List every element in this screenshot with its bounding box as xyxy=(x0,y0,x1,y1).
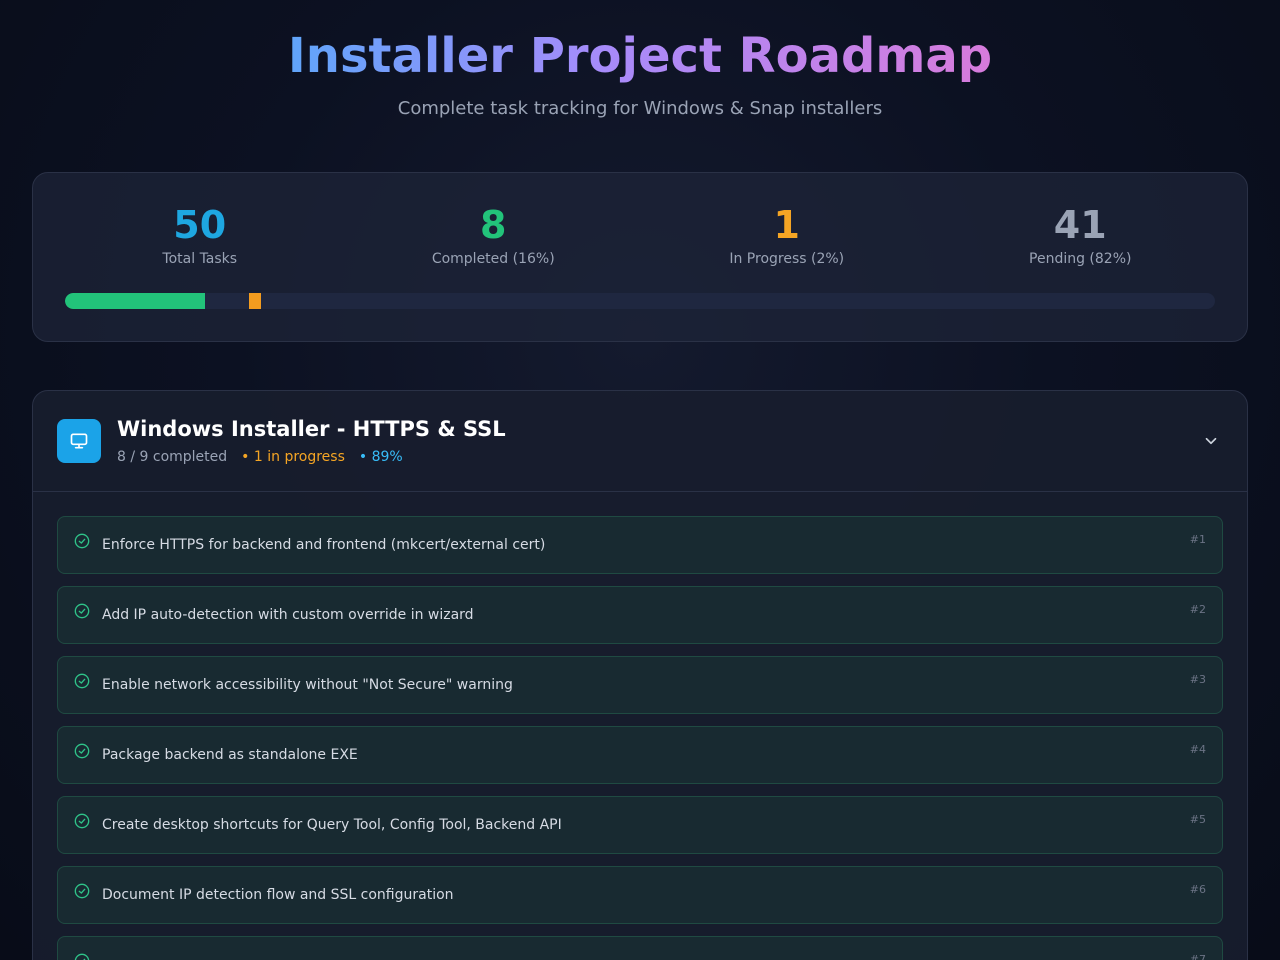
stat-label: Pending (82%) xyxy=(1029,251,1132,267)
stat-in-progress: 1 In Progress (2%) xyxy=(640,203,934,267)
task-text: Create desktop shortcuts for Query Tool,… xyxy=(102,817,562,833)
task-item[interactable]: Create desktop shortcuts for Query Tool,… xyxy=(57,796,1223,854)
section-header[interactable]: Windows Installer - HTTPS & SSL 8 / 9 co… xyxy=(33,391,1247,492)
check-circle-icon xyxy=(74,953,90,960)
progress-in-progress-segment xyxy=(248,293,261,309)
chevron-down-icon[interactable] xyxy=(1199,429,1223,453)
page-title: Installer Project Roadmap xyxy=(287,28,993,84)
task-number: #5 xyxy=(1189,813,1206,826)
check-circle-icon xyxy=(74,533,90,549)
stat-value: 41 xyxy=(1053,203,1107,247)
section-percent: • 89% xyxy=(358,449,403,465)
check-circle-icon xyxy=(74,603,90,619)
task-text: Enforce HTTPS for backend and frontend (… xyxy=(102,537,546,553)
stat-total: 50 Total Tasks xyxy=(53,203,347,267)
task-number: #7 xyxy=(1189,953,1206,960)
stat-value: 8 xyxy=(480,203,507,247)
task-item[interactable]: Enable network accessibility without "No… xyxy=(57,656,1223,714)
check-circle-icon xyxy=(74,673,90,689)
section-windows-installer: Windows Installer - HTTPS & SSL 8 / 9 co… xyxy=(32,390,1248,960)
stats-card: 50 Total Tasks 8 Completed (16%) 1 In Pr… xyxy=(32,172,1248,342)
task-text: Enable network accessibility without "No… xyxy=(102,677,513,693)
task-item[interactable]: Package backend as standalone EXE #4 xyxy=(57,726,1223,784)
section-title: Windows Installer - HTTPS & SSL xyxy=(117,417,506,441)
stat-label: In Progress (2%) xyxy=(729,251,845,267)
stat-pending: 41 Pending (82%) xyxy=(934,203,1228,267)
stat-label: Completed (16%) xyxy=(431,251,555,267)
task-number: #2 xyxy=(1189,603,1206,616)
check-circle-icon xyxy=(74,813,90,829)
task-item[interactable]: Document IP detection flow and SSL confi… xyxy=(57,866,1223,924)
task-text: Add IP auto-detection with custom overri… xyxy=(102,607,474,623)
stat-completed: 8 Completed (16%) xyxy=(347,203,641,267)
page-header: Installer Project Roadmap Complete task … xyxy=(0,0,1280,172)
stat-value: 50 xyxy=(173,203,227,247)
task-item[interactable]: Enforce HTTPS for backend and frontend (… xyxy=(57,516,1223,574)
check-circle-icon xyxy=(74,743,90,759)
task-number: #1 xyxy=(1189,533,1206,546)
task-list: Enforce HTTPS for backend and frontend (… xyxy=(33,492,1247,960)
stat-label: Total Tasks xyxy=(162,251,238,267)
task-text: Document IP detection flow and SSL confi… xyxy=(102,887,454,903)
task-number: #6 xyxy=(1189,883,1206,896)
task-number: #4 xyxy=(1189,743,1206,756)
section-meta: 8 / 9 completed • 1 in progress • 89% xyxy=(117,449,403,465)
task-number: #3 xyxy=(1189,673,1206,686)
task-item[interactable]: #7 xyxy=(57,936,1223,960)
monitor-icon xyxy=(57,419,101,463)
task-item[interactable]: Add IP auto-detection with custom overri… xyxy=(57,586,1223,644)
progress-completed-segment xyxy=(65,293,205,309)
section-in-progress-count: • 1 in progress xyxy=(241,449,345,465)
overall-progress-bar xyxy=(65,293,1215,309)
stat-value: 1 xyxy=(773,203,800,247)
stats-row: 50 Total Tasks 8 Completed (16%) 1 In Pr… xyxy=(33,173,1247,267)
task-text: Package backend as standalone EXE xyxy=(102,747,358,763)
page-subtitle: Complete task tracking for Windows & Sna… xyxy=(397,98,883,119)
check-circle-icon xyxy=(74,883,90,899)
section-completed-count: 8 / 9 completed xyxy=(117,449,228,465)
